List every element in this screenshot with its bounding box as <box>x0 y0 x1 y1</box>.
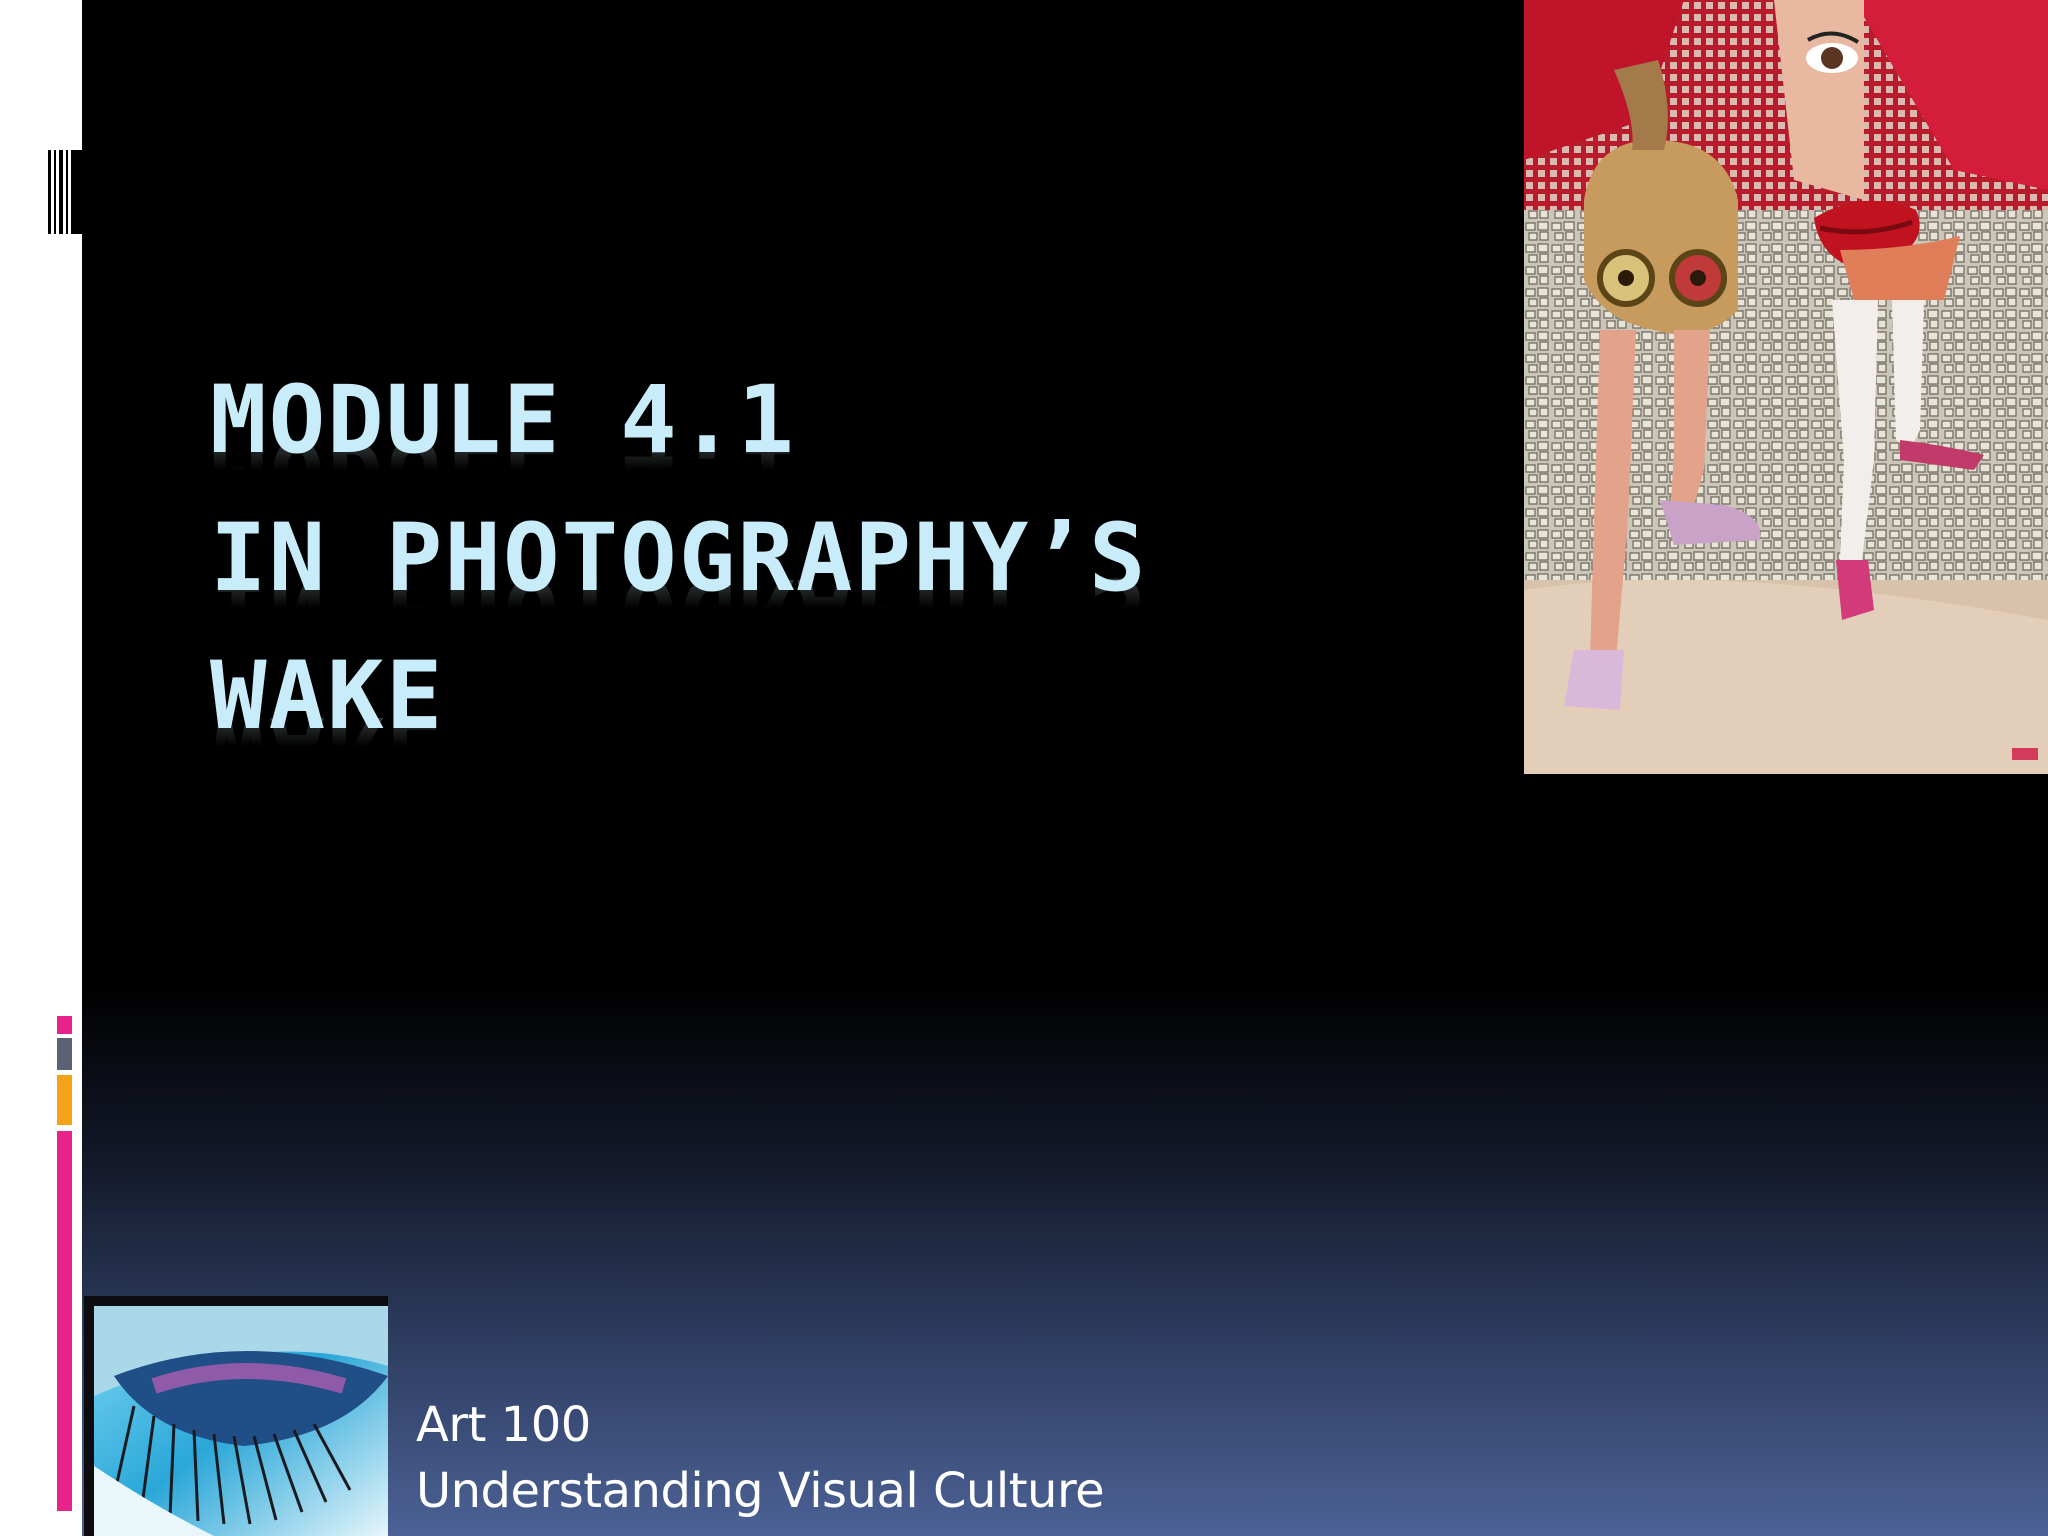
accent-bar-orange <box>57 1075 72 1125</box>
eye-closeup-image <box>84 1296 388 1536</box>
barcode-decoration <box>48 150 82 234</box>
subtitle-course-code: Art 100 <box>416 1397 591 1453</box>
accent-bar-slate <box>57 1038 72 1070</box>
title-line-3: WAKE WAKE <box>210 628 1147 804</box>
subtitle-course-name: Understanding Visual Culture <box>416 1463 1105 1519</box>
accent-bar-pink <box>57 1131 72 1511</box>
slide-title: MODULE 4.1 MODULE 4.1 IN PHOTOGRAPHY’S I… <box>210 352 1147 804</box>
title-line-2: IN PHOTOGRAPHY’S IN PHOTOGRAPHY’S <box>210 490 1147 666</box>
accent-bar-pink-top <box>57 1016 72 1034</box>
photomontage-collage-image <box>1524 0 2048 774</box>
slide-subtitle: Art 100 Understanding Visual Culture <box>416 1392 1105 1524</box>
title-line-1: MODULE 4.1 MODULE 4.1 <box>210 352 1147 528</box>
